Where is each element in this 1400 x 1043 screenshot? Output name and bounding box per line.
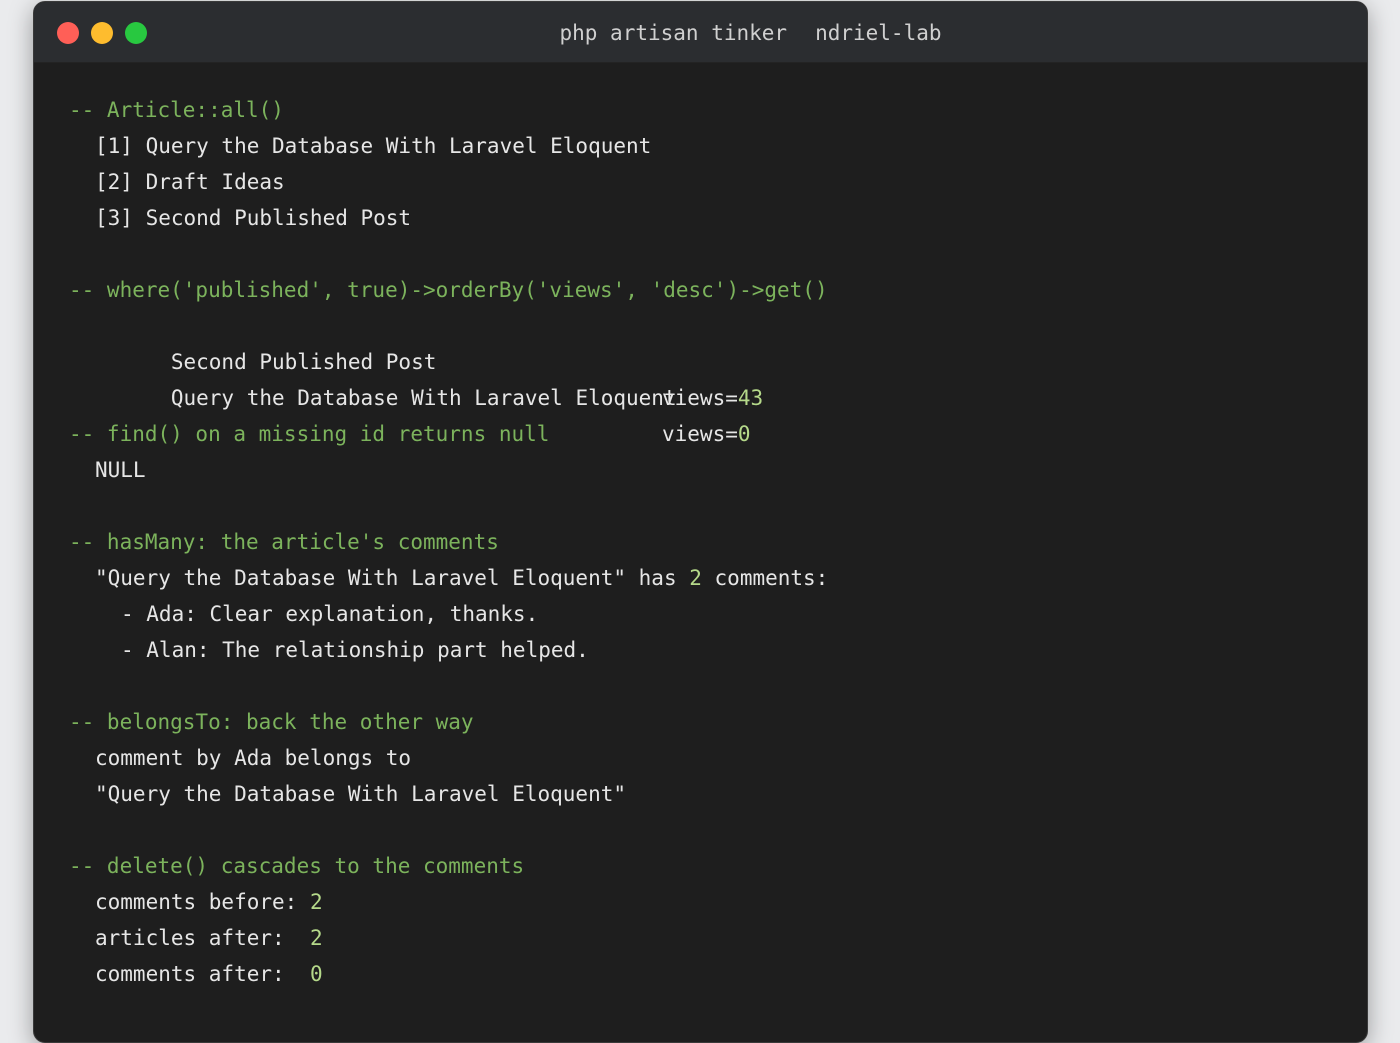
article-row: [2] Draft Ideas [95,170,285,194]
article-row: [1] Query the Database With Laravel Eloq… [95,134,652,158]
section-comment-belongsto: -- belongsTo: back the other way [69,710,474,734]
article-row: [3] Second Published Post [95,206,412,230]
window-title-host: ndriel-lab [815,21,942,45]
terminal-window: php artisan tinker ndriel-lab -- Article:… [33,1,1368,1043]
query-result-row: Query the Database With Laravel Eloquent… [69,344,1347,446]
query-result-views: views=43 [662,386,764,410]
delete-stat-row: comments after: 0 [95,962,323,986]
belongsto-article-title: "Query the Database With Laravel Eloquen… [95,782,627,806]
section-comment-delete: -- delete() cascades to the comments [69,854,525,878]
hasmany-summary: "Query the Database With Laravel Eloquen… [95,566,829,590]
window-title-command: php artisan tinker [559,21,788,45]
delete-stat-row: articles after: 2 [95,926,323,950]
query-result-views: views=0 [662,422,751,446]
section-comment-hasmany: -- hasMany: the article's comments [69,530,499,554]
belongsto-line: comment by Ada belongs to [95,746,412,770]
query-result-row: Second Published Post views=43 [69,308,1347,410]
find-result: NULL [95,458,146,482]
section-comment-all: -- Article::all() [69,98,284,122]
section-comment-where: -- where('published', true)->orderBy('vi… [69,278,828,302]
title-bar: php artisan tinker ndriel-lab [34,2,1367,63]
comment-item: - Alan: The relationship part helped. [121,638,589,662]
comment-item: - Ada: Clear explanation, thanks. [121,602,539,626]
window-title: php artisan tinker ndriel-lab [34,2,1367,62]
query-result-title: Query the Database With Laravel Eloquent [170,386,677,410]
delete-stat-row: comments before: 2 [95,890,323,914]
terminal-output[interactable]: -- Article::all() [1] Query the Database… [69,92,1347,992]
